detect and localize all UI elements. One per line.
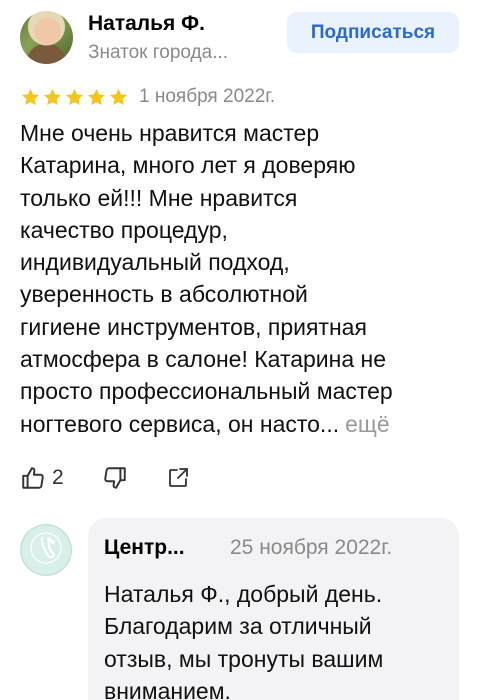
star-icon bbox=[42, 87, 63, 108]
star-rating bbox=[20, 87, 129, 108]
author-level: Знаток города... bbox=[88, 42, 229, 63]
star-icon bbox=[108, 87, 129, 108]
reply-author[interactable]: Центр... bbox=[104, 536, 185, 560]
like-count: 2 bbox=[52, 466, 64, 489]
review-date: 1 ноября 2022г. bbox=[139, 86, 276, 107]
share-icon bbox=[166, 466, 190, 490]
rating-row: 1 ноября 2022г. bbox=[20, 84, 275, 110]
author-avatar[interactable] bbox=[20, 11, 73, 64]
thumbs-down-icon bbox=[102, 465, 128, 491]
reply-text-line: отзыв, мы тронуты вашим bbox=[104, 645, 384, 672]
author-name[interactable]: Наталья Ф. bbox=[88, 12, 205, 36]
business-reply: Центр... 25 ноября 2022г. Наталья Ф., до… bbox=[88, 518, 459, 700]
reply-text: Наталья Ф., добрый день. Благодарим за от… bbox=[104, 578, 444, 700]
dislike-button[interactable] bbox=[102, 465, 128, 491]
foot-logo-icon bbox=[29, 531, 63, 570]
reply-text-line: вниманием. bbox=[104, 677, 231, 700]
more-link[interactable]: ещё bbox=[345, 411, 390, 437]
review-header: Наталья Ф. Знаток города... Подписаться bbox=[0, 0, 479, 80]
review-text-line: только ей!!! Мне нравится bbox=[20, 184, 298, 211]
review-actions: 2 bbox=[20, 462, 190, 494]
star-icon bbox=[64, 87, 85, 108]
review-text-line: просто профессиональный мастер bbox=[20, 378, 393, 405]
review-text-line: уверенность в абсолютной bbox=[20, 281, 308, 308]
star-icon bbox=[86, 87, 107, 108]
review-text-line: индивидуальный подход, bbox=[20, 249, 290, 276]
thumbs-up-icon bbox=[20, 465, 46, 491]
share-button[interactable] bbox=[166, 466, 190, 490]
like-button[interactable]: 2 bbox=[20, 465, 64, 491]
review-text-line: ногтевого сервиса, он насто... ещё bbox=[20, 410, 390, 437]
review-text: Мне очень нравится мастер Катарина, много… bbox=[20, 117, 470, 440]
reply-text-line: Наталья Ф., добрый день. bbox=[104, 581, 383, 607]
reply-text-line: Благодарим за отличный bbox=[104, 613, 372, 640]
review-text-line: атмосфера в салоне! Катарина не bbox=[20, 346, 387, 373]
review-text-line: Катарина, много лет я доверяю bbox=[20, 152, 356, 179]
review-text-line: гигиене инструментов, приятная bbox=[20, 313, 367, 340]
reply-date: 25 ноября 2022г. bbox=[230, 536, 393, 559]
subscribe-button[interactable]: Подписаться bbox=[287, 12, 459, 53]
business-logo[interactable] bbox=[20, 524, 72, 576]
review-text-line: Мне очень нравится мастер bbox=[20, 120, 320, 146]
review-text-line: качество процедур, bbox=[20, 216, 228, 243]
star-icon bbox=[20, 87, 41, 108]
